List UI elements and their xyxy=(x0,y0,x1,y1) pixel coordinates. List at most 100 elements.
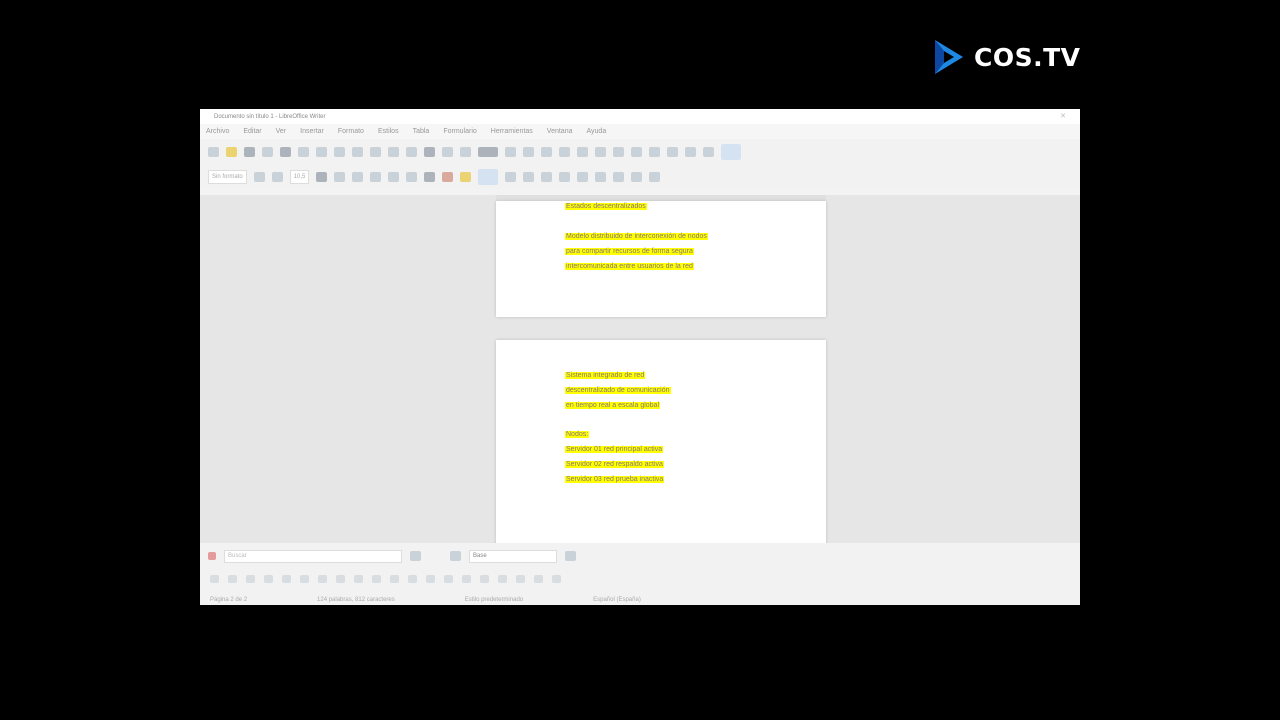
standard-toolbar xyxy=(200,139,1080,164)
subscript-icon[interactable] xyxy=(406,171,418,182)
insert-image-icon[interactable] xyxy=(505,146,516,157)
callouts-icon[interactable] xyxy=(408,575,417,583)
justify-icon[interactable] xyxy=(541,171,553,182)
decrease-indent-icon[interactable] xyxy=(613,171,625,182)
font-color-icon[interactable] xyxy=(442,171,454,182)
menu-formato[interactable]: Formato xyxy=(338,128,364,135)
shapes-icon[interactable] xyxy=(703,146,714,157)
find-toolbar: Buscar xyxy=(208,549,421,563)
find-input[interactable]: Buscar xyxy=(224,549,402,563)
menu-ventana[interactable]: Ventana xyxy=(547,128,573,135)
insert-chart-icon[interactable] xyxy=(523,146,534,157)
symbol-shapes-icon[interactable] xyxy=(354,575,363,583)
undo-icon[interactable] xyxy=(388,146,399,157)
navigator-icon[interactable] xyxy=(450,551,461,561)
document-workspace[interactable]: Estados descentralizados Modelo distribu… xyxy=(200,195,1080,543)
close-icon[interactable]: ✕ xyxy=(1060,112,1066,120)
find-toolbar-area: Buscar Base Página 2 de 2 124 palabras, … xyxy=(200,543,1080,605)
redo-icon[interactable] xyxy=(406,146,417,157)
curve-icon[interactable] xyxy=(300,575,309,583)
find-replace-icon[interactable] xyxy=(424,146,435,157)
highlight-color-icon[interactable] xyxy=(460,171,472,182)
menu-bar: Archivo Editar Ver Insertar Formato Esti… xyxy=(200,124,1080,139)
copy-icon[interactable] xyxy=(334,146,345,157)
print-icon[interactable] xyxy=(280,146,291,157)
polygon-icon[interactable] xyxy=(318,575,327,583)
special-character-icon[interactable] xyxy=(595,146,606,157)
line-icon[interactable] xyxy=(685,146,696,157)
menu-ayuda[interactable]: Ayuda xyxy=(586,128,606,135)
text-box-icon[interactable] xyxy=(462,575,471,583)
font-size-combo[interactable]: 10,5 xyxy=(289,169,310,184)
sidebar-toggle-icon[interactable] xyxy=(721,143,741,160)
style-combo[interactable]: Base xyxy=(469,549,557,563)
numbering-icon[interactable] xyxy=(577,171,589,182)
menu-archivo[interactable]: Archivo xyxy=(206,128,229,135)
clone-formatting-icon[interactable] xyxy=(370,146,381,157)
paste-icon[interactable] xyxy=(352,146,363,157)
page2-line: Nodos: xyxy=(565,431,590,438)
underline-icon[interactable] xyxy=(352,171,364,182)
align-center-icon[interactable] xyxy=(505,171,517,182)
open-folder-icon[interactable] xyxy=(226,146,237,157)
menu-herramientas[interactable]: Herramientas xyxy=(491,128,533,135)
line-draw-icon[interactable] xyxy=(228,575,237,583)
menu-estilos[interactable]: Estilos xyxy=(378,128,399,135)
stars-icon[interactable] xyxy=(426,575,435,583)
rectangle-icon[interactable] xyxy=(246,575,255,583)
align-objects-icon[interactable] xyxy=(552,575,561,583)
points-icon[interactable] xyxy=(480,575,489,583)
ellipse-icon[interactable] xyxy=(264,575,273,583)
italic-icon[interactable] xyxy=(334,171,346,182)
export-pdf-icon[interactable] xyxy=(262,146,273,157)
spelling-icon[interactable] xyxy=(442,146,453,157)
select-icon[interactable] xyxy=(210,575,219,583)
hyperlink-icon[interactable] xyxy=(613,146,624,157)
print-preview-icon[interactable] xyxy=(298,146,309,157)
document-page-2[interactable]: Sistema integrado de red descentralizado… xyxy=(496,340,826,543)
update-style-icon[interactable] xyxy=(253,171,265,182)
line-spacing-icon[interactable] xyxy=(631,171,643,182)
save-icon[interactable] xyxy=(244,146,255,157)
align-right-icon[interactable] xyxy=(523,171,535,182)
clear-formatting-icon[interactable] xyxy=(424,171,436,182)
style-arrow-icon[interactable] xyxy=(565,551,576,561)
superscript-icon[interactable] xyxy=(388,171,400,182)
footnote-icon[interactable] xyxy=(631,146,642,157)
arrow-icon[interactable] xyxy=(282,575,291,583)
new-document-icon[interactable] xyxy=(208,146,219,157)
flowchart-icon[interactable] xyxy=(390,575,399,583)
menu-editar[interactable]: Editar xyxy=(243,128,261,135)
cut-icon[interactable] xyxy=(316,146,327,157)
comment-icon[interactable] xyxy=(649,146,660,157)
new-style-icon[interactable] xyxy=(271,171,283,182)
wrap-icon[interactable] xyxy=(516,575,525,583)
insert-textbox-icon[interactable] xyxy=(541,146,552,157)
basic-shapes-icon[interactable] xyxy=(336,575,345,583)
menu-insertar[interactable]: Insertar xyxy=(300,128,324,135)
menu-ver[interactable]: Ver xyxy=(276,128,287,135)
block-arrows-icon[interactable] xyxy=(372,575,381,583)
formatting-toolbar: Sin formato 10,5 xyxy=(200,164,1080,189)
menu-tabla[interactable]: Tabla xyxy=(413,128,430,135)
align-left-icon[interactable] xyxy=(478,168,499,185)
strikethrough-icon[interactable] xyxy=(370,171,382,182)
bullets-icon[interactable] xyxy=(559,171,571,182)
track-changes-icon[interactable] xyxy=(667,146,678,157)
page-break-icon[interactable] xyxy=(559,146,570,157)
insert-table-icon[interactable] xyxy=(478,146,498,157)
find-previous-icon[interactable] xyxy=(410,551,421,561)
insert-field-icon[interactable] xyxy=(577,146,588,157)
fontwork-icon[interactable] xyxy=(444,575,453,583)
page1-line: para compartir recursos de forma segura xyxy=(565,248,694,255)
paragraph-style-combo[interactable]: Sin formato xyxy=(208,169,247,184)
formatting-marks-icon[interactable] xyxy=(460,146,471,157)
paragraph-spacing-icon[interactable] xyxy=(649,171,661,182)
increase-indent-icon[interactable] xyxy=(595,171,607,182)
close-find-icon[interactable] xyxy=(208,552,216,560)
menu-formulario[interactable]: Formulario xyxy=(443,128,476,135)
anchor-icon[interactable] xyxy=(534,575,543,583)
toggle-extrusion-icon[interactable] xyxy=(498,575,507,583)
bold-icon[interactable] xyxy=(316,171,328,182)
document-page-1[interactable]: Estados descentralizados Modelo distribu… xyxy=(496,201,826,317)
